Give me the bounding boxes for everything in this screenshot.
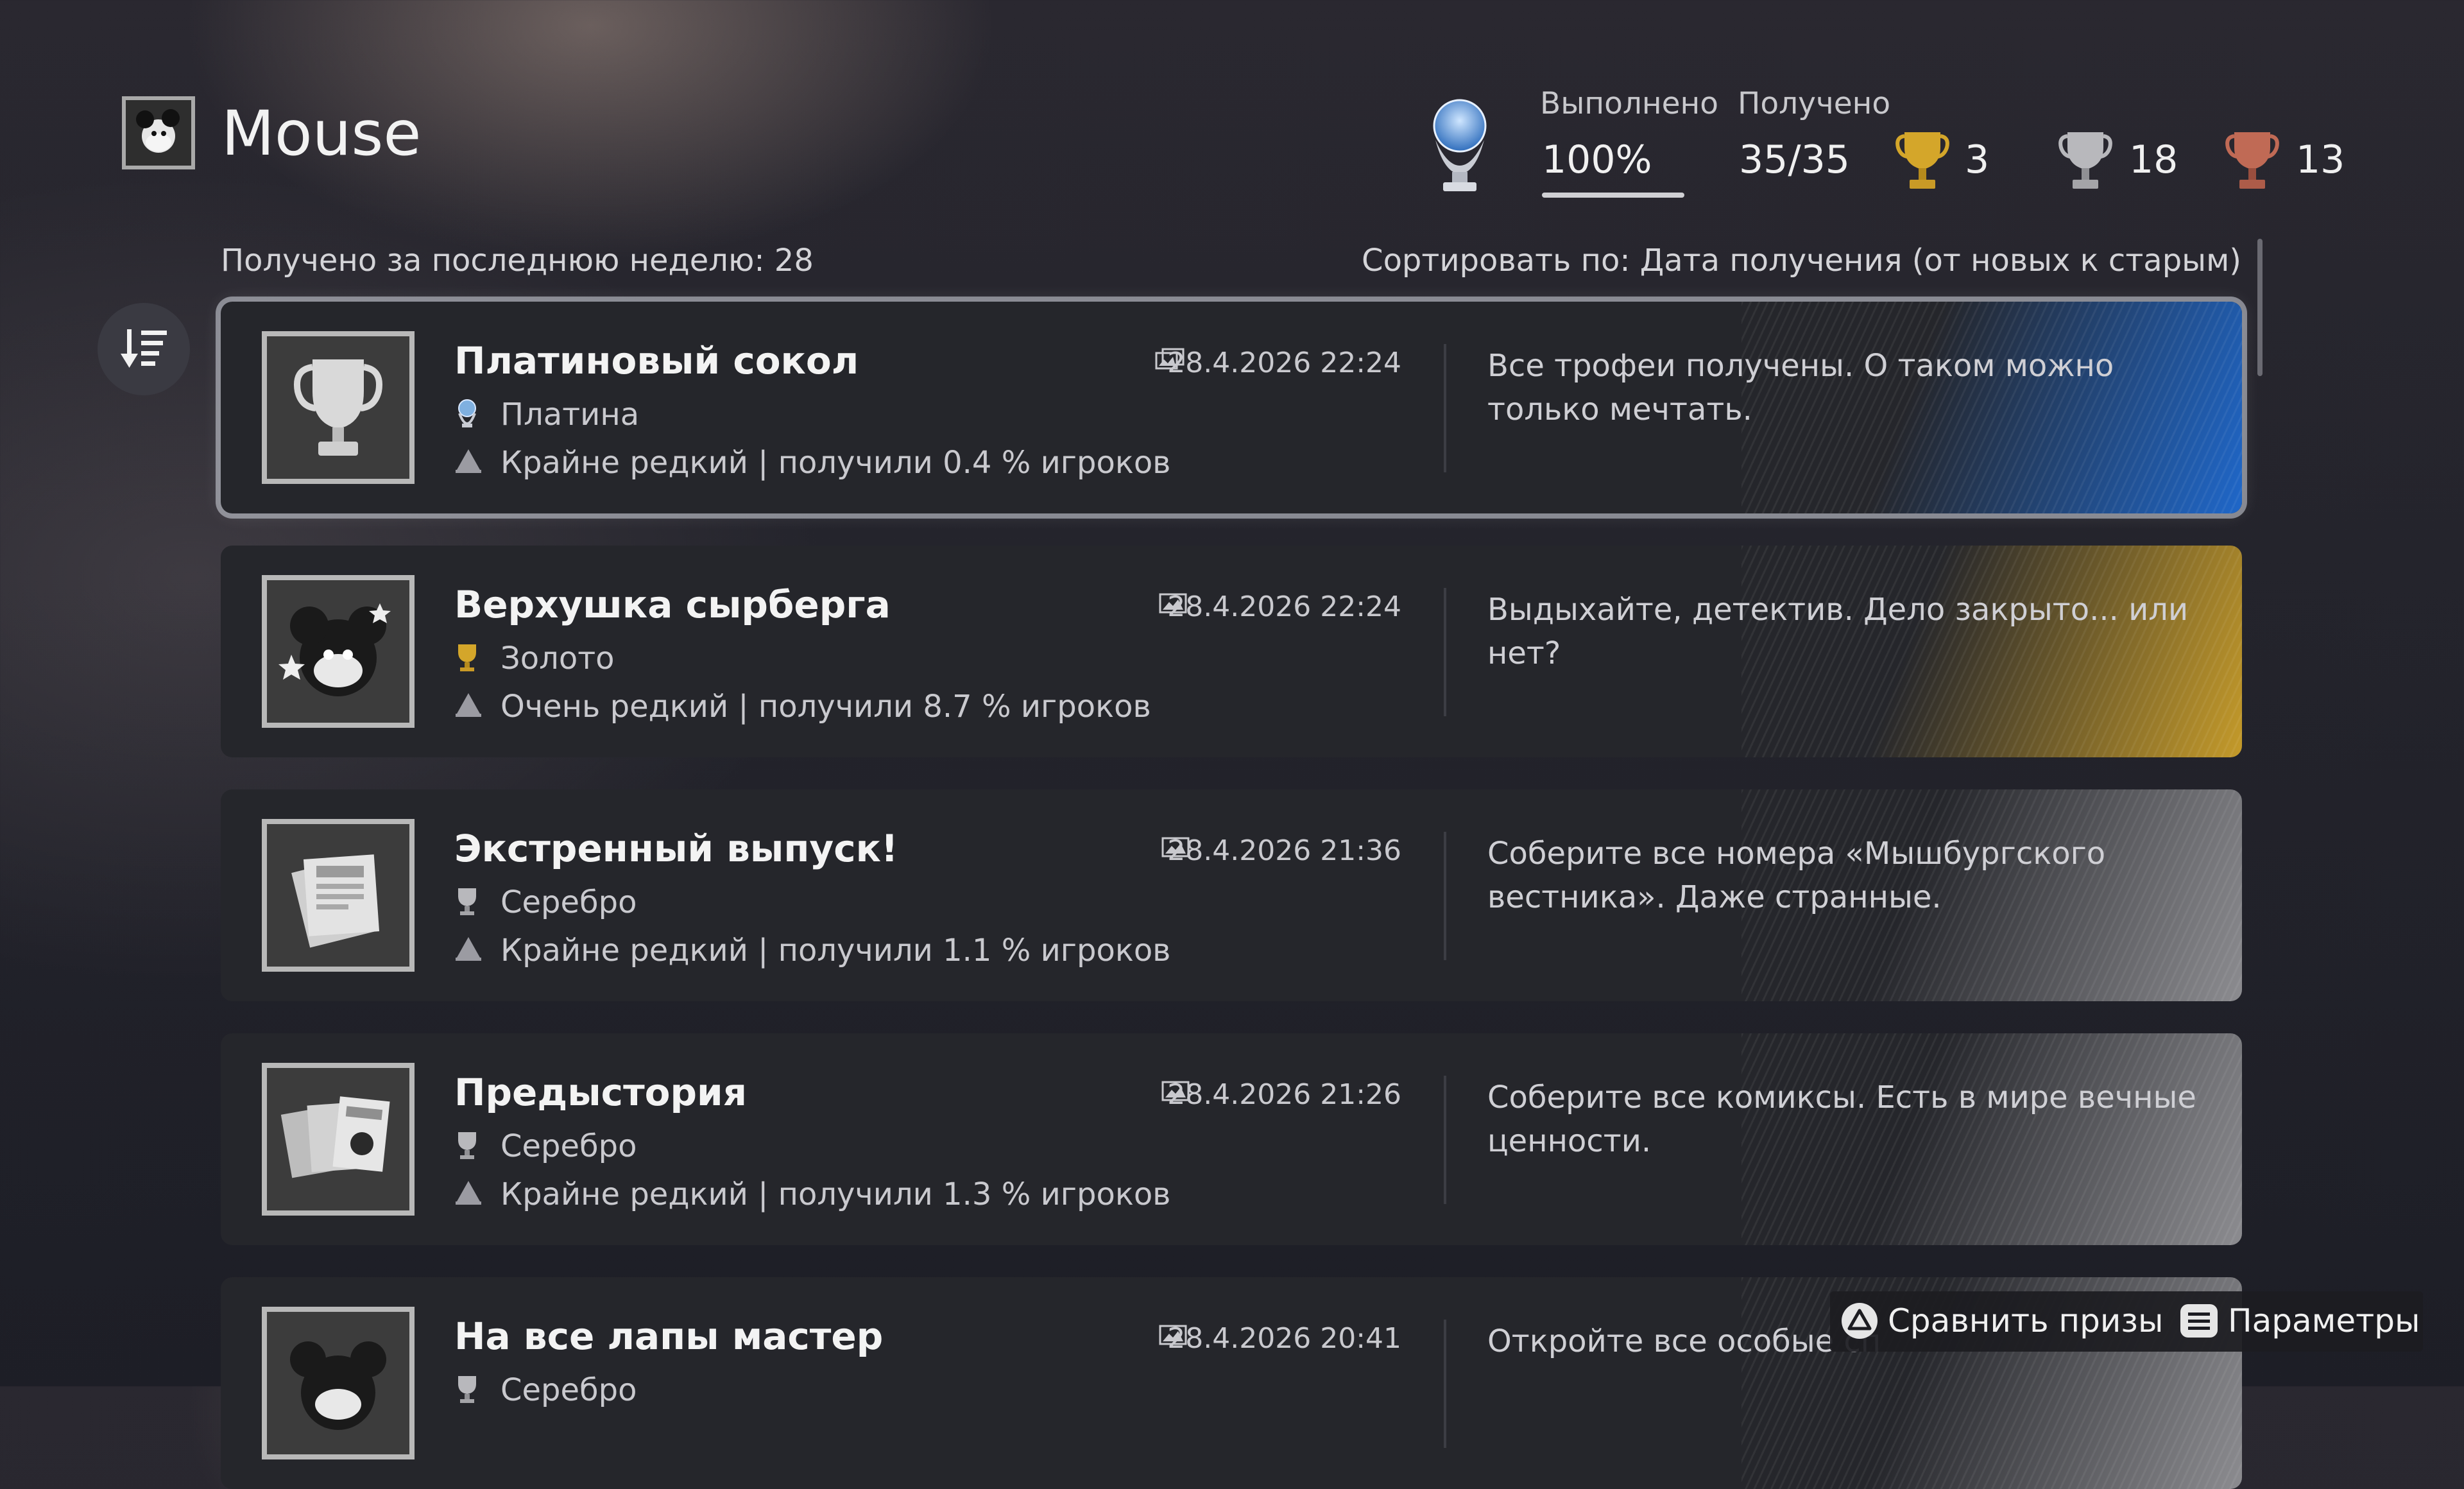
trophy-description: Выдыхайте, детектив. Дело закрыто... или… xyxy=(1487,592,2189,671)
trophy-name: Верхушка сырберга xyxy=(454,583,891,626)
compare-trophies-label: Сравнить призы xyxy=(1888,1302,2164,1339)
card-divider xyxy=(1444,832,1446,960)
card-divider xyxy=(1444,344,1446,472)
trophy-name: Платиновый сокол xyxy=(454,339,859,383)
silver-trophy-icon xyxy=(458,1132,476,1159)
silver-trophy-icon xyxy=(458,888,476,915)
trophy-date: 28.4.2026 20:41 xyxy=(1167,1322,1401,1355)
earned-label: Получено xyxy=(1738,86,1891,121)
platinum-trophy-icon xyxy=(458,399,476,427)
trophy-thumbnail xyxy=(262,819,415,972)
earned-value: 35/35 xyxy=(1739,137,1850,182)
card-divider xyxy=(1444,1076,1446,1204)
trophy-description: Соберите все комиксы. Есть в мире вечные… xyxy=(1487,1080,2196,1159)
trophy-date: 28.4.2026 21:26 xyxy=(1167,1078,1401,1111)
completed-label: Выполнено xyxy=(1540,86,1719,121)
trophy-name: Экстренный выпуск! xyxy=(454,827,898,870)
trophy-grade: Серебро xyxy=(501,1372,637,1408)
silver-trophy-icon xyxy=(2058,132,2112,189)
platinum-trophy-icon xyxy=(1433,99,1487,191)
silver-count: 18 xyxy=(2129,137,2178,182)
rarity-icon xyxy=(456,449,481,473)
trophy-date: 28.4.2026 22:24 xyxy=(1167,590,1401,623)
trophy-date: 28.4.2026 22:24 xyxy=(1167,347,1401,379)
options-button-icon xyxy=(2180,1304,2218,1338)
trophy-rarity: Крайне редкий | получили 1.3 % игроков xyxy=(501,1176,1171,1212)
trophy-rarity: Крайне редкий | получили 1.1 % игроков xyxy=(501,933,1171,968)
gold-trophy-icon xyxy=(1895,132,1949,189)
trophy-name: Предыстория xyxy=(454,1071,747,1114)
trophy-thumbnail xyxy=(262,1063,415,1216)
sort-button[interactable] xyxy=(98,303,190,395)
trophy-description: Все трофеи получены. О таком можно тольк… xyxy=(1487,348,2114,427)
triangle-button-icon xyxy=(1842,1303,1878,1339)
options-button[interactable]: Параметры xyxy=(2179,1302,2420,1340)
completed-value: 100% xyxy=(1542,137,1652,182)
trophy-description: Соберите все номера «Мышбургского вестни… xyxy=(1487,836,2106,915)
trophy-grade: Серебро xyxy=(501,884,637,920)
trophy-rarity: Очень редкий | получили 8.7 % игроков xyxy=(501,689,1151,725)
bronze-count: 13 xyxy=(2296,137,2345,182)
game-icon xyxy=(122,96,195,169)
gold-count: 3 xyxy=(1965,137,1990,182)
rarity-icon xyxy=(456,1181,481,1205)
rarity-icon xyxy=(456,693,481,717)
silver-trophy-icon xyxy=(458,1376,476,1403)
trophy-card[interactable]: Предыстория Серебро Крайне редкий | полу… xyxy=(221,1033,2242,1245)
trophy-card[interactable]: Верхушка сырберга Золото Очень редкий | … xyxy=(221,546,2242,757)
trophy-date: 28.4.2026 21:36 xyxy=(1167,834,1401,867)
card-divider xyxy=(1444,588,1446,716)
trophy-grade: Платина xyxy=(501,397,640,433)
gold-trophy-icon xyxy=(458,644,476,671)
trophy-grade: Золото xyxy=(501,641,615,676)
options-label: Параметры xyxy=(2228,1302,2420,1339)
trophy-card[interactable]: Платиновый сокол Платина Крайне редкий |… xyxy=(221,302,2242,513)
game-title: Mouse xyxy=(221,98,422,169)
trophy-card[interactable]: Экстренный выпуск! Серебро Крайне редкий… xyxy=(221,789,2242,1001)
trophy-thumbnail xyxy=(262,1307,415,1459)
sort-icon xyxy=(121,329,167,368)
week-summary: Получено за последнюю неделю: 28 xyxy=(221,243,814,279)
scrollbar[interactable] xyxy=(2257,239,2263,376)
trophy-name: На все лапы мастер xyxy=(454,1314,884,1358)
bronze-trophy-icon xyxy=(2225,132,2279,189)
trophy-rarity: Крайне редкий | получили 0.4 % игроков xyxy=(501,445,1171,481)
trophy-thumbnail xyxy=(262,575,415,728)
card-divider xyxy=(1444,1320,1446,1448)
compare-trophies-button[interactable]: Сравнить призы xyxy=(1840,1302,2163,1340)
rarity-icon xyxy=(456,937,481,961)
trophy-grade: Серебро xyxy=(501,1128,637,1164)
sort-label: Сортировать по: Дата получения (от новых… xyxy=(1362,243,2241,279)
trophy-thumbnail xyxy=(262,331,415,484)
progress-underline xyxy=(1542,193,1684,198)
